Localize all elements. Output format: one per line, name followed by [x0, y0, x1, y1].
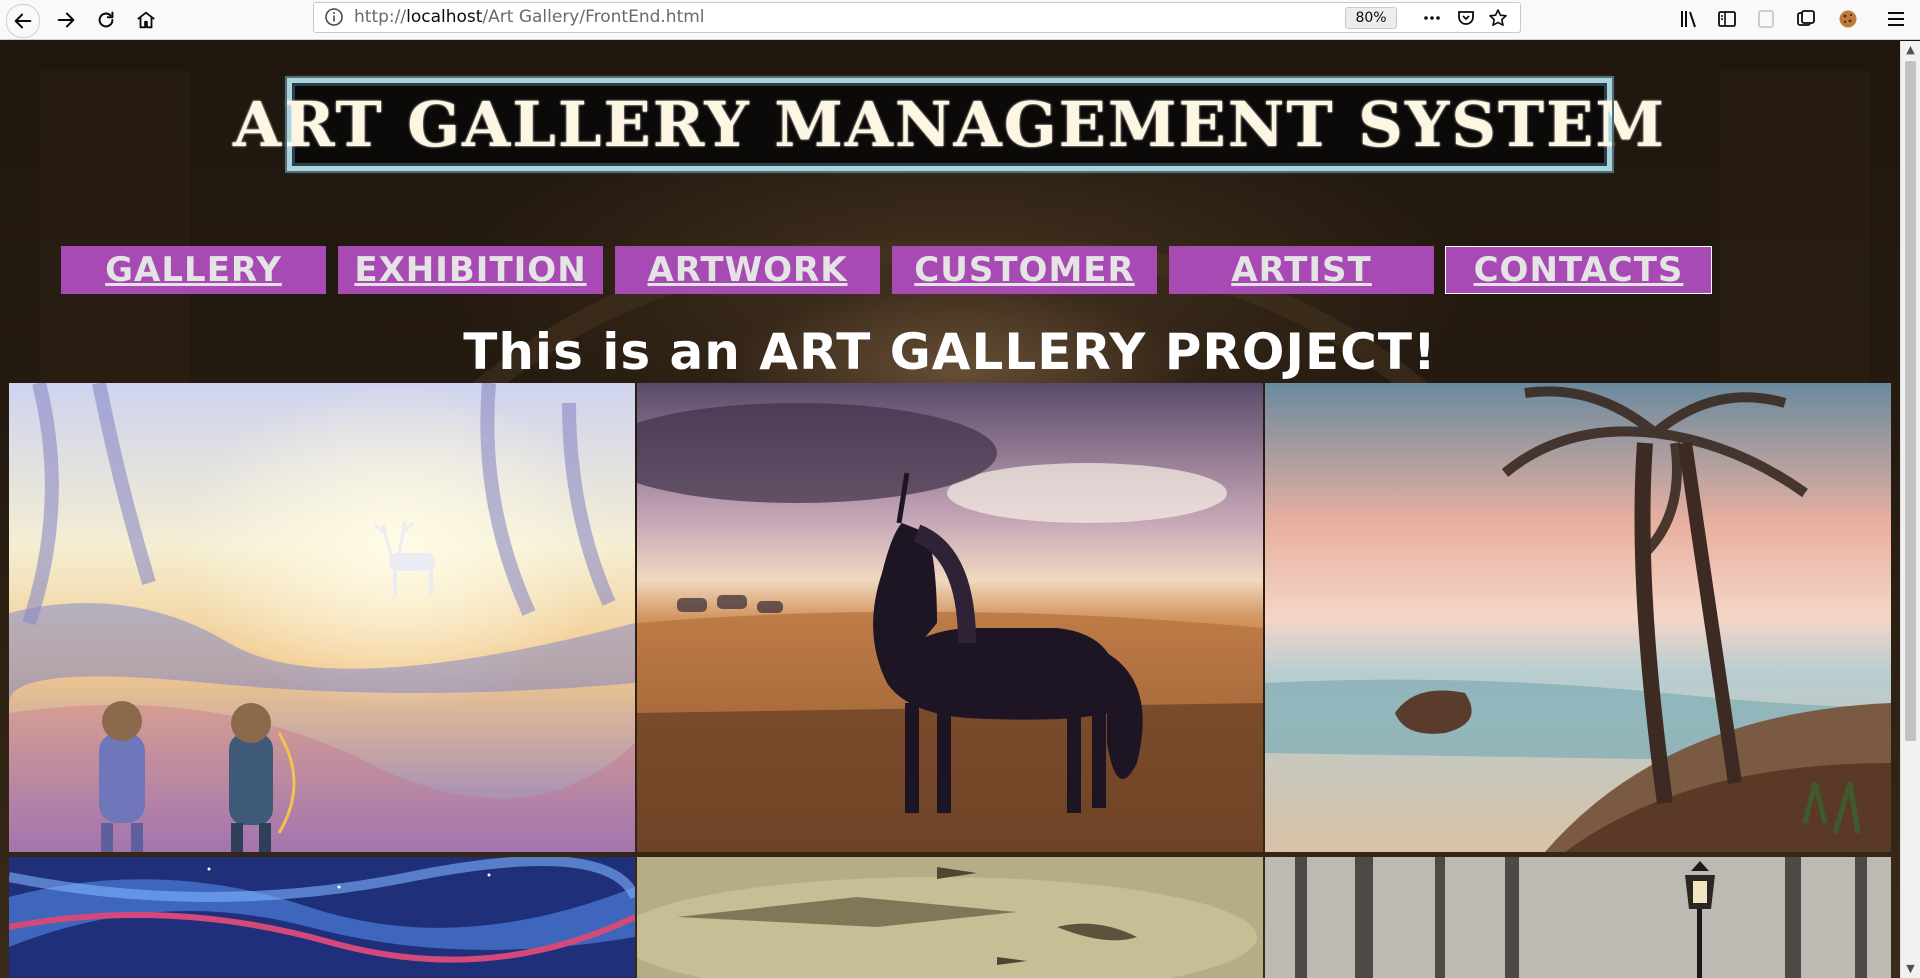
library-button[interactable]	[1676, 5, 1704, 33]
main-navigation: GALLERY EXHIBITION ARTWORK CUSTOMER ARTI…	[61, 246, 1721, 294]
vertical-scrollbar[interactable]: ▲ ▼	[1900, 41, 1920, 978]
nav-artwork-button[interactable]: ARTWORK	[615, 246, 880, 294]
artwork-lamp-forest-svg	[1265, 857, 1891, 978]
page-headline: This is an ART GALLERY PROJECT!	[463, 323, 1437, 381]
back-button[interactable]	[6, 4, 40, 38]
artwork-gallery-grid	[9, 383, 1891, 978]
scroll-up-arrow-icon[interactable]: ▲	[1901, 41, 1920, 59]
artwork-blue-nebula-image[interactable]	[9, 857, 635, 978]
artwork-palm-beach-image[interactable]	[1265, 383, 1891, 852]
nav-artist-label[interactable]: ARTIST	[1231, 250, 1372, 290]
artwork-palm-beach-svg	[1265, 383, 1891, 852]
library-icon	[1681, 11, 1696, 28]
nav-gallery-button[interactable]: GALLERY	[61, 246, 326, 294]
page-viewport: ART GALLERY MANAGEMENT SYSTEM GALLERY EX…	[0, 41, 1900, 978]
sync-icon	[1797, 10, 1815, 26]
nav-contacts-label[interactable]: CONTACTS	[1474, 250, 1684, 290]
url-bar[interactable]: http://localhost/Art Gallery/FrontEnd.ht…	[313, 2, 1521, 33]
nav-artist-button[interactable]: ARTIST	[1169, 246, 1434, 294]
site-title-banner: ART GALLERY MANAGEMENT SYSTEM	[233, 76, 1664, 173]
reload-icon	[98, 11, 114, 28]
site-title: ART GALLERY MANAGEMENT SYSTEM	[232, 88, 1667, 161]
reload-button[interactable]	[90, 4, 122, 36]
artwork-forest-deer-image[interactable]	[9, 383, 635, 852]
scrollbar-thumb[interactable]	[1905, 61, 1916, 741]
artwork-unicorn-svg	[637, 383, 1263, 852]
url-scheme: http://	[354, 7, 407, 27]
url-host: localhost	[406, 7, 483, 27]
cookie-icon	[1839, 10, 1857, 28]
pocket-button[interactable]	[1454, 6, 1478, 30]
artwork-unicorn-image[interactable]	[637, 383, 1263, 852]
hamburger-menu-icon	[1888, 12, 1904, 26]
forward-arrow-icon	[57, 12, 75, 28]
nav-artwork-label[interactable]: ARTWORK	[647, 250, 847, 290]
artwork-airships-image[interactable]	[637, 857, 1263, 978]
browser-toolbar: http://localhost/Art Gallery/FrontEnd.ht…	[0, 0, 1920, 40]
sidebar-icon	[1718, 11, 1736, 27]
artwork-blue-nebula-svg	[9, 857, 635, 978]
back-arrow-icon	[14, 13, 32, 29]
scroll-down-arrow-icon[interactable]: ▼	[1901, 960, 1920, 978]
url-text[interactable]: http://localhost/Art Gallery/FrontEnd.ht…	[354, 7, 705, 27]
artwork-airships-svg	[637, 857, 1263, 978]
sync-tabs-button[interactable]	[1792, 5, 1820, 33]
zoom-level-badge[interactable]: 80%	[1345, 7, 1397, 29]
home-icon	[137, 11, 155, 29]
nav-customer-label[interactable]: CUSTOMER	[914, 250, 1134, 290]
nav-exhibition-button[interactable]: EXHIBITION	[338, 246, 603, 294]
menu-button[interactable]	[1882, 5, 1910, 33]
reader-icon	[1758, 10, 1774, 28]
nav-gallery-label[interactable]: GALLERY	[105, 250, 282, 290]
nav-contacts-button[interactable]: CONTACTS	[1445, 246, 1712, 294]
forward-button[interactable]	[50, 4, 82, 36]
nav-exhibition-label[interactable]: EXHIBITION	[354, 250, 586, 290]
pocket-icon	[1458, 11, 1474, 25]
info-icon[interactable]	[324, 7, 344, 27]
page-actions-button[interactable]	[1420, 6, 1444, 30]
sidebar-button[interactable]	[1713, 5, 1741, 33]
star-icon	[1489, 9, 1507, 26]
reader-view-button[interactable]	[1752, 5, 1780, 33]
artwork-lamp-forest-image[interactable]	[1265, 857, 1891, 978]
cookie-extension-button[interactable]	[1834, 5, 1862, 33]
artwork-forest-deer-svg	[9, 383, 635, 852]
nav-customer-button[interactable]: CUSTOMER	[892, 246, 1157, 294]
more-dots-icon	[1424, 16, 1440, 20]
bookmark-button[interactable]	[1486, 6, 1510, 30]
url-path: /Art Gallery/FrontEnd.html	[482, 7, 705, 27]
home-button[interactable]	[130, 4, 162, 36]
